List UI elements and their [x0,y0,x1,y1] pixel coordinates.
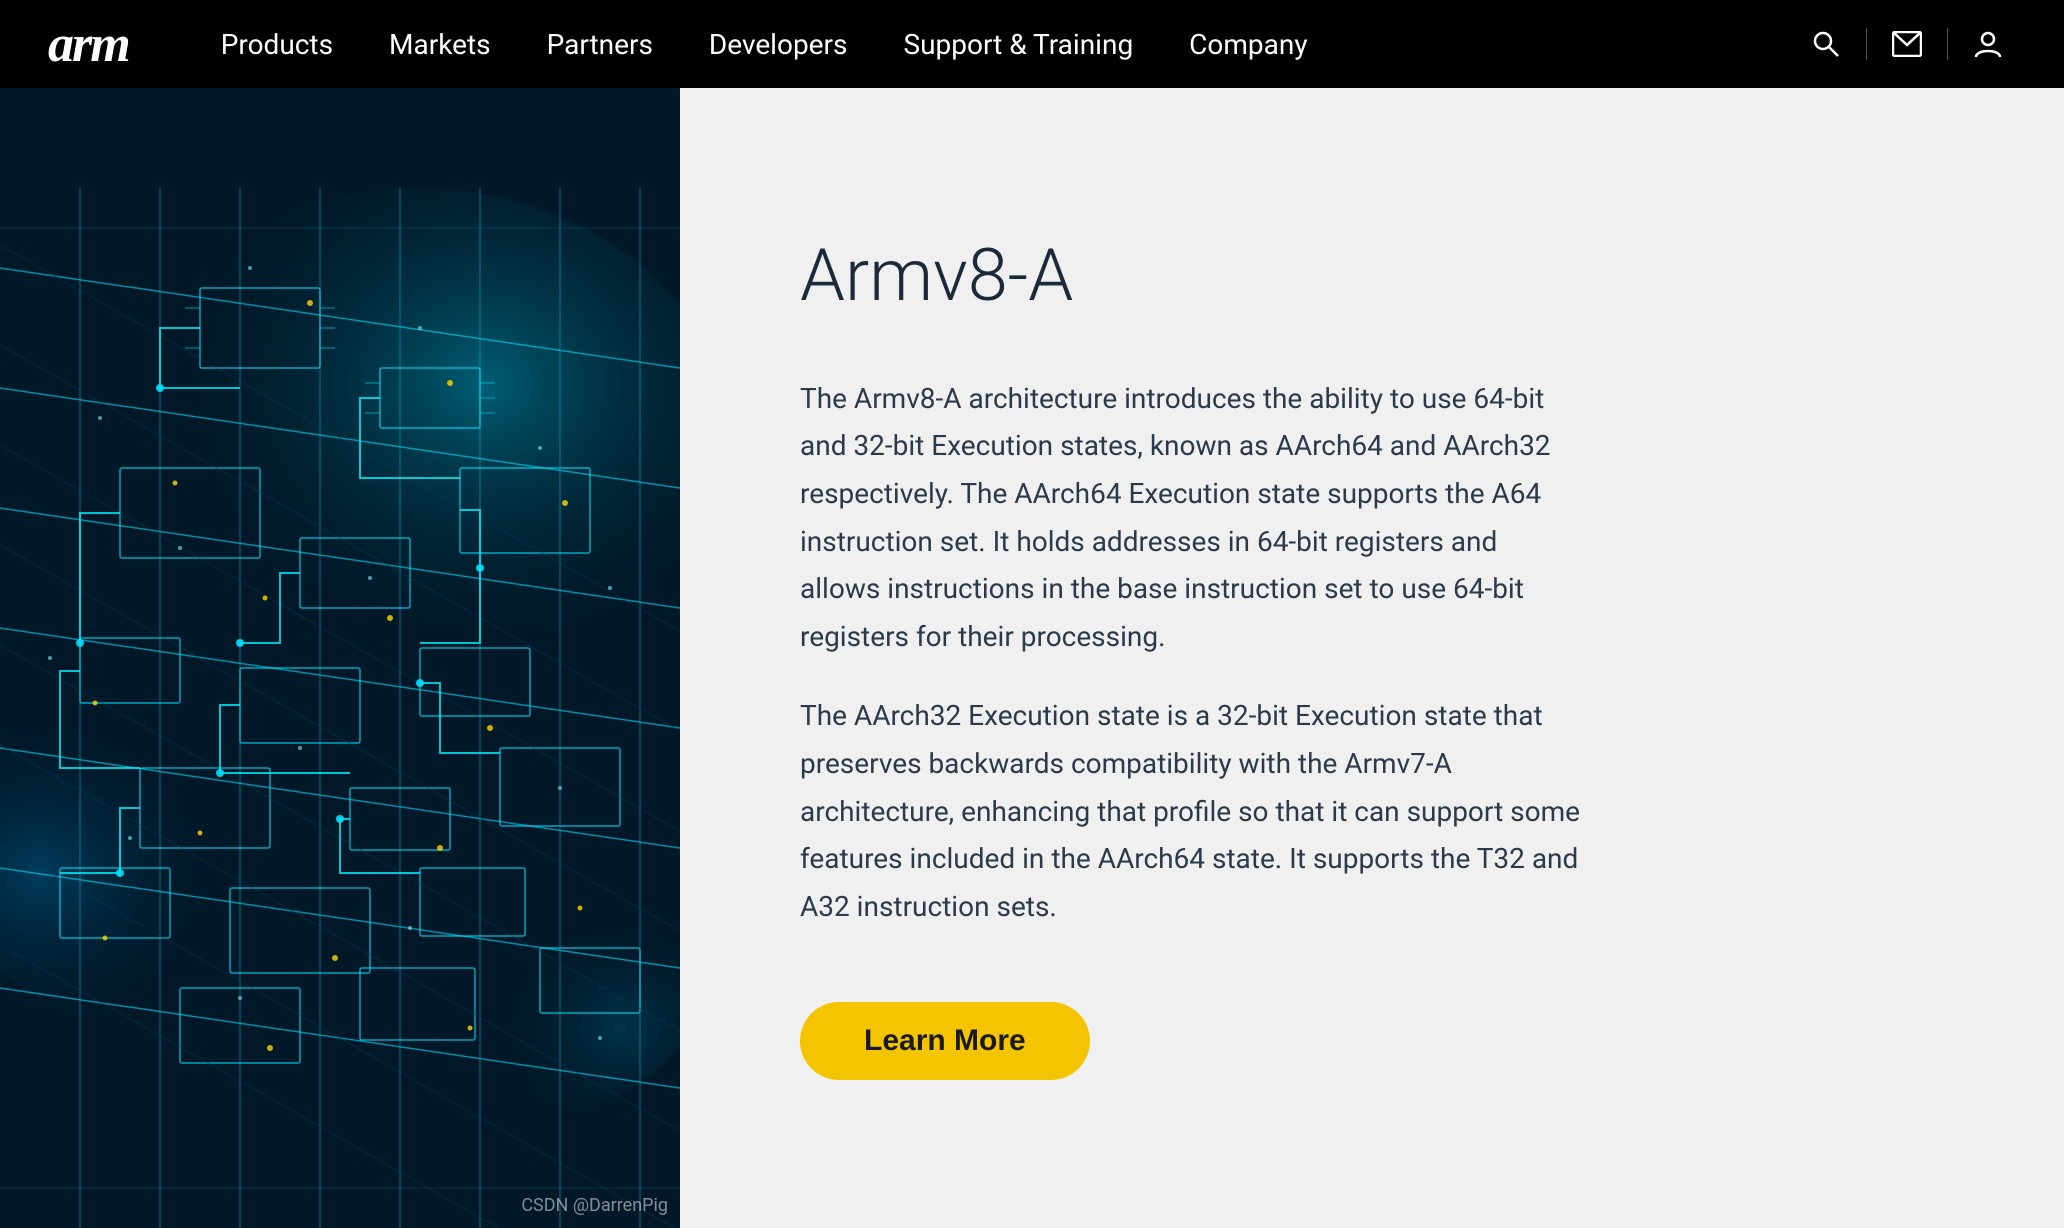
nav-markets[interactable]: Markets [361,0,519,88]
nav-partners[interactable]: Partners [519,0,681,88]
nav-divider-1 [1866,28,1867,60]
nav-products[interactable]: Products [193,0,361,88]
nav-links: Products Markets Partners Developers Sup… [193,0,1798,88]
user-icon [1973,29,2003,59]
nav-icon-group [1798,16,2016,72]
nav-divider-2 [1947,28,1948,60]
main-container: CSDN @DarrenPig Armv8-A The Armv8-A arch… [0,88,2064,1228]
nav-company[interactable]: Company [1161,0,1335,88]
user-button[interactable] [1960,16,2016,72]
learn-more-button[interactable]: Learn More [800,1002,1090,1080]
page-title: Armv8-A [800,236,1580,315]
watermark: CSDN @DarrenPig [521,1195,668,1216]
content-panel: Armv8-A The Armv8-A architecture introdu… [680,88,2064,1228]
mail-icon [1892,31,1922,57]
content-paragraph-2: The AArch32 Execution state is a 32-bit … [800,692,1580,930]
nav-support-training[interactable]: Support & Training [875,0,1161,88]
content-paragraph-1: The Armv8-A architecture introduces the … [800,375,1580,661]
search-icon [1811,29,1841,59]
mail-button[interactable] [1879,16,1935,72]
arm-logo[interactable]: arm [48,15,129,74]
nav-developers[interactable]: Developers [681,0,876,88]
content-inner: Armv8-A The Armv8-A architecture introdu… [800,236,1580,1081]
circuit-background [0,88,680,1228]
navigation: arm Products Markets Partners Developers… [0,0,2064,88]
hero-image-panel: CSDN @DarrenPig [0,88,680,1228]
search-button[interactable] [1798,16,1854,72]
circuit-svg [0,88,680,1228]
